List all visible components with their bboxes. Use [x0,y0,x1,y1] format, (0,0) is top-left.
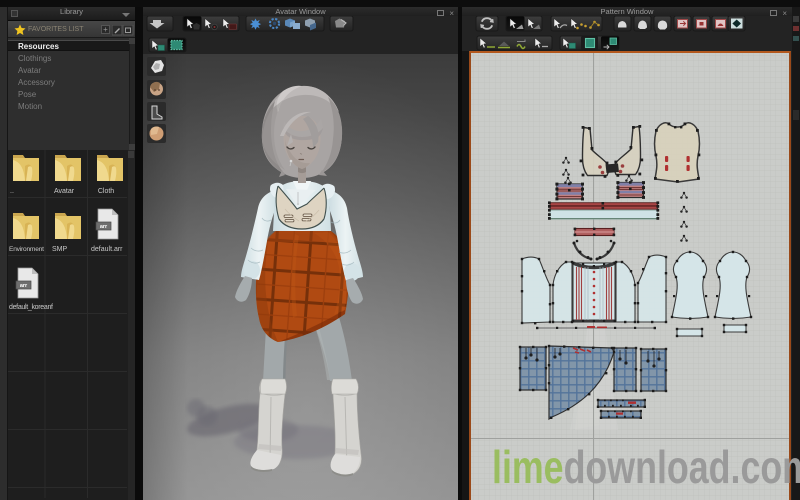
svg-text:default_koreanf: default_koreanf [9,304,53,311]
svg-text:Cloth: Cloth [98,188,114,195]
svg-text:default.arr: default.arr [91,246,123,253]
svg-text:Avatar: Avatar [54,188,75,195]
svg-text:SMP: SMP [52,246,68,253]
svg-text:Environment: Environment [9,246,44,253]
svg-text:..: .. [10,188,14,195]
